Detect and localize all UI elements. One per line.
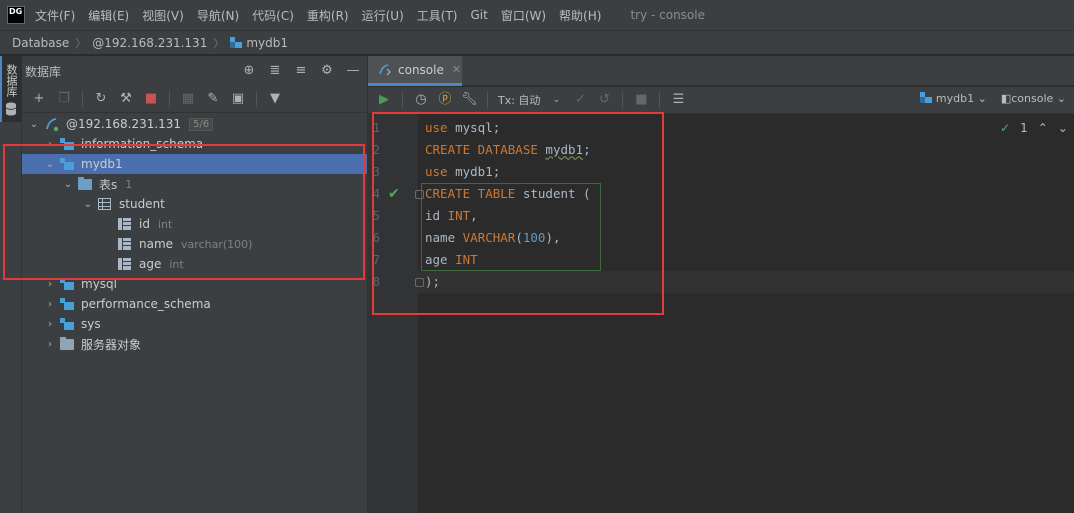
tab-console[interactable]: console ✕ (368, 56, 462, 86)
schema-icon (230, 37, 243, 48)
history-icon[interactable]: ◷ (413, 92, 429, 108)
breadcrumb-schema[interactable]: mydb1 (246, 36, 288, 50)
menu-view[interactable]: 视图(V) (142, 7, 184, 24)
annotation-box-tree (3, 144, 365, 280)
menu-help[interactable]: 帮助(H) (559, 7, 601, 24)
tree-schema-sys[interactable]: › sys (22, 314, 367, 334)
mysql-connection-icon (46, 118, 59, 132)
editor-toolbar: ▶ ◷ ⓟ 🔧︎ Tx: 自动 ⌄ ✓ ↺ ■ ☰ mydb1 ⌄ ◧conso… (368, 87, 1074, 114)
toolbar-separator (487, 92, 488, 108)
wrench-icon[interactable]: 🔧︎ (461, 92, 478, 108)
database-panel-title: 数据库 (25, 64, 62, 79)
duplicate-icon[interactable]: ❐ (55, 90, 73, 108)
close-icon[interactable]: ✕ (452, 63, 461, 76)
chevron-right-icon: 〉 (75, 36, 87, 50)
menu-window[interactable]: 窗口(W) (501, 7, 546, 24)
console-icon[interactable]: ▣ (229, 90, 247, 108)
chevron-up-icon[interactable]: ⌃ (1038, 121, 1048, 135)
menu-tools[interactable]: 工具(T) (417, 7, 458, 24)
session-icon: ◧ (1000, 92, 1012, 105)
database-icon (5, 102, 17, 116)
folder-label: 服务器对象 (81, 337, 142, 352)
chevron-right-icon: 〉 (213, 36, 225, 50)
schema-selector-label: mydb1 (935, 92, 975, 105)
toolbar-separator (622, 92, 624, 108)
console-file-icon (379, 63, 391, 75)
stop-icon[interactable]: ■ (633, 92, 649, 108)
chevron-right-icon[interactable]: › (44, 339, 56, 350)
session-selector-label: console (1011, 92, 1054, 105)
annotation-box-editor (372, 112, 664, 315)
chevron-down-icon: ⌄ (1056, 92, 1066, 105)
schema-selector[interactable]: mydb1 ⌄ (919, 92, 987, 105)
tree-server-objects[interactable]: › 服务器对象 (22, 334, 367, 354)
left-tool-strip (0, 56, 22, 513)
inspection-count: 1 (1020, 121, 1028, 135)
output-layout-icon[interactable]: ☰ (670, 92, 686, 108)
schema-icon (60, 318, 74, 330)
breadcrumb-connection[interactable]: @192.168.231.131 (92, 36, 207, 50)
menu-navigate[interactable]: 导航(N) (197, 7, 239, 24)
chevron-right-icon[interactable]: › (44, 319, 56, 330)
schema-icon (60, 298, 74, 310)
tab-label: console (398, 62, 444, 77)
target-icon[interactable]: ⊕ (241, 63, 257, 79)
expand-all-icon[interactable]: ≣ (267, 63, 283, 79)
rollback-icon[interactable]: ↺ (596, 92, 612, 108)
database-toolbar: + ❐ ↻ ⚒ ■ ▦ ✎ ▣ ▼ (22, 86, 367, 113)
inspection-widget[interactable]: ✓ 1 ⌃ ⌄ (1000, 121, 1068, 135)
collapse-all-icon[interactable]: ≡ (293, 63, 309, 79)
tree-schema-performance-schema[interactable]: › performance_schema (22, 294, 367, 314)
minimize-icon[interactable]: — (345, 63, 361, 79)
toolbar-separator (402, 92, 403, 108)
menu-bar: DG 文件(F) 编辑(E) 视图(V) 导航(N) 代码(C) 重构(R) 运… (0, 0, 1074, 30)
transaction-mode-dropdown[interactable]: Tx: 自动 (498, 92, 540, 108)
breadcrumb: Database 〉 @192.168.231.131 〉 mydb1 (0, 30, 1074, 55)
menu-refactor[interactable]: 重构(R) (307, 7, 349, 24)
menu-edit[interactable]: 编辑(E) (88, 7, 129, 24)
refresh-icon[interactable]: ↻ (92, 90, 110, 108)
run-icon[interactable]: ▶ (376, 92, 392, 108)
database-tool-tab-label: 数据库 (5, 64, 18, 97)
schema-label: performance_schema (81, 297, 211, 311)
tree-connection[interactable]: ⌄ @192.168.231.131 5/6 (22, 114, 367, 134)
editor-context-selectors: mydb1 ⌄ ◧console ⌄ (919, 92, 1066, 105)
stop-icon[interactable]: ■ (142, 90, 160, 108)
parameters-icon[interactable]: ⓟ (437, 92, 453, 108)
schema-label: sys (81, 317, 101, 331)
schema-icon (919, 92, 932, 103)
menu-run[interactable]: 运行(U) (362, 7, 404, 24)
check-icon: ✓ (1000, 121, 1011, 135)
properties-icon[interactable]: ⚒ (117, 90, 135, 108)
editor-tab-bar: console ✕ (368, 56, 1074, 86)
connection-label: @192.168.231.131 (66, 117, 182, 131)
toolbar-separator (169, 91, 170, 107)
toolbar-separator (659, 92, 661, 108)
filter-icon[interactable]: ▼ (266, 90, 284, 108)
session-selector[interactable]: ◧console ⌄ (1001, 92, 1066, 105)
table-view-icon[interactable]: ▦ (179, 90, 197, 108)
menu-file[interactable]: 文件(F) (35, 7, 75, 24)
chevron-right-icon[interactable]: › (44, 299, 56, 310)
edit-icon[interactable]: ✎ (204, 90, 222, 108)
chevron-down-icon[interactable]: ⌄ (28, 119, 40, 130)
commit-icon[interactable]: ✓ (572, 92, 588, 108)
gear-icon[interactable]: ⚙ (319, 63, 335, 79)
menu-code[interactable]: 代码(C) (252, 7, 294, 24)
chevron-down-icon[interactable]: ⌄ (1058, 121, 1068, 135)
datagrip-logo-icon: DG (7, 6, 25, 24)
connection-count-badge: 5/6 (189, 117, 214, 131)
chevron-down-icon: ⌄ (977, 92, 987, 105)
folder-icon (60, 336, 74, 350)
menu-git[interactable]: Git (470, 8, 487, 22)
breadcrumb-database[interactable]: Database (12, 36, 69, 50)
chevron-down-icon[interactable]: ⌄ (548, 92, 564, 108)
database-panel-header: 数据库 ⊕ ≣ ≡ ⚙ — (22, 56, 367, 86)
toolbar-separator (82, 91, 83, 107)
add-icon[interactable]: + (30, 90, 48, 108)
chevron-right-icon[interactable]: › (44, 279, 56, 290)
window-title: try - console (630, 8, 705, 22)
toolbar-separator (256, 91, 257, 107)
